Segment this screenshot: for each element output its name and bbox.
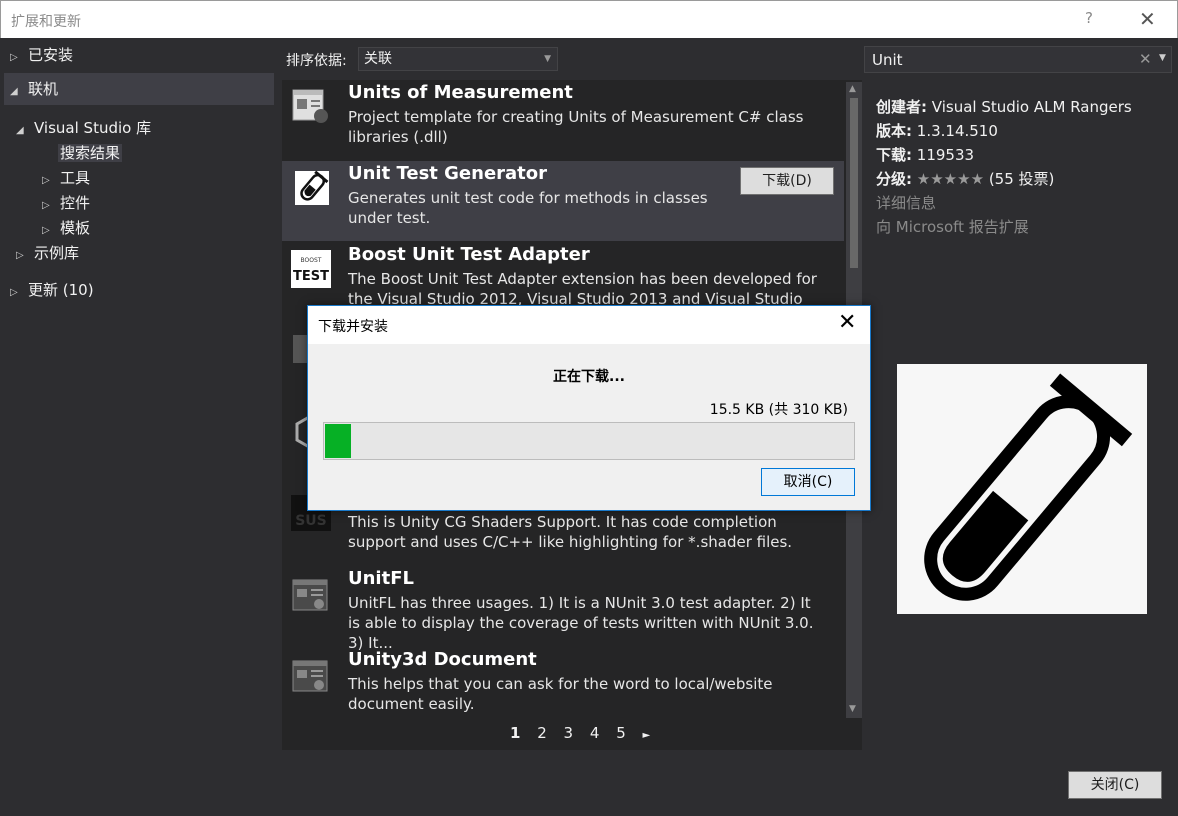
- pagination: 1 2 3 4 5 ►: [510, 724, 662, 744]
- scroll-thumb[interactable]: [850, 98, 858, 268]
- test-tube-icon: [295, 170, 329, 205]
- dialog-titlebar: 下载并安装 ✕: [308, 306, 870, 344]
- tree-item-controls[interactable]: ▷ 控件: [42, 191, 90, 215]
- collapse-arrow-icon: ◢: [16, 125, 24, 136]
- sort-dropdown[interactable]: 关联 ▼: [358, 47, 558, 71]
- extension-description: Generates unit test code for methods in …: [348, 189, 708, 227]
- expand-arrow-icon: ▷: [42, 200, 50, 211]
- window-close-button[interactable]: ✕: [1139, 7, 1156, 31]
- boost-test-logo: BOOST TEST: [291, 250, 331, 288]
- unity3d-doc-icon: [292, 660, 328, 692]
- document-template-icon: [292, 89, 328, 123]
- expand-arrow-icon: ▷: [42, 225, 50, 236]
- expand-arrow-icon: ▷: [10, 52, 18, 63]
- tree-item-tools[interactable]: ▷ 工具: [42, 166, 90, 190]
- sort-label: 排序依据:: [286, 53, 347, 69]
- page-link-5[interactable]: 5: [616, 724, 626, 742]
- chevron-down-icon[interactable]: ▼: [1159, 53, 1166, 63]
- download-button[interactable]: 下载(D): [740, 167, 834, 195]
- svg-text:SUS: SUS: [295, 513, 327, 529]
- collapse-arrow-icon: ◢: [10, 86, 18, 97]
- dialog-title: 下载并安装: [318, 319, 388, 335]
- svg-text:TEST: TEST: [293, 269, 329, 284]
- page-link-1[interactable]: 1: [510, 724, 520, 742]
- extension-description: This is Unity CG Shaders Support. It has…: [348, 513, 793, 551]
- expand-arrow-icon: ▷: [10, 287, 18, 298]
- extension-description: This helps that you can ask for the word…: [348, 675, 773, 713]
- cancel-button[interactable]: 取消(C): [761, 468, 855, 496]
- tree-item-updates[interactable]: ▷ 更新 (10): [10, 278, 94, 302]
- page-link-2[interactable]: 2: [537, 724, 547, 742]
- list-item[interactable]: Unity3d Document This helps that you can…: [282, 647, 844, 727]
- extension-name: Units of Measurement: [348, 82, 573, 103]
- extension-name: UnitFL: [348, 568, 414, 589]
- list-item[interactable]: Units of Measurement Project template fo…: [282, 80, 844, 160]
- list-item-selected[interactable]: Unit Test Generator Generates unit test …: [282, 161, 844, 241]
- downloads-row: 下载: 119533: [876, 146, 975, 164]
- extension-preview-image: [897, 364, 1147, 614]
- list-item[interactable]: UnitFL UnitFL has three usages. 1) It is…: [282, 566, 844, 652]
- page-link-3[interactable]: 3: [564, 724, 574, 742]
- extension-description: Project template for creating Units of M…: [348, 108, 804, 146]
- download-size: 15.5 KB (共 310 KB): [709, 402, 848, 418]
- unitfl-icon: [292, 579, 328, 611]
- extension-name: Boost Unit Test Adapter: [348, 244, 590, 265]
- window-titlebar: 扩展和更新 ? ✕: [0, 0, 1178, 38]
- version-row: 版本: 1.3.14.510: [876, 122, 998, 140]
- creator-row: 创建者: Visual Studio ALM Rangers: [876, 98, 1132, 116]
- download-dialog: 下载并安装 ✕ 正在下载... 15.5 KB (共 310 KB) 取消(C): [307, 305, 871, 511]
- window-title: 扩展和更新: [11, 14, 81, 30]
- page-link-4[interactable]: 4: [590, 724, 600, 742]
- search-input[interactable]: Unit ✕ ▼: [864, 46, 1172, 73]
- tree-item-vs-gallery[interactable]: ◢ Visual Studio 库: [16, 116, 151, 140]
- download-status: 正在下载...: [553, 369, 625, 385]
- download-progress-bar: [323, 422, 855, 460]
- rating-row: 分级: ★★★★★ (55 投票): [876, 170, 1055, 188]
- extension-name: Unit Test Generator: [348, 163, 548, 184]
- help-button[interactable]: ?: [1085, 9, 1093, 27]
- scroll-up-icon[interactable]: ▲: [849, 84, 856, 94]
- search-value: Unit: [872, 51, 903, 69]
- scroll-down-icon[interactable]: ▼: [849, 704, 856, 714]
- report-extension-link[interactable]: 向 Microsoft 报告扩展: [876, 216, 1029, 237]
- sort-value: 关联: [364, 51, 392, 67]
- rating-stars-icon: ★★★★★: [916, 170, 985, 188]
- clear-search-icon[interactable]: ✕: [1139, 50, 1152, 68]
- expand-arrow-icon: ▷: [42, 175, 50, 186]
- tree-item-online[interactable]: ◢ 联机: [4, 73, 274, 105]
- category-tree: ▷ 已安装 ◢ 联机 ◢ Visual Studio 库 搜索结果 ▷ 工具 ▷ 控件 ▷…: [0, 38, 280, 758]
- dialog-close-icon[interactable]: ✕: [838, 310, 856, 335]
- next-page-icon[interactable]: ►: [643, 730, 651, 741]
- tree-item-templates[interactable]: ▷ 模板: [42, 216, 90, 240]
- extension-name: Unity3d Document: [348, 649, 537, 670]
- chevron-down-icon: ▼: [544, 54, 551, 64]
- tree-item-installed[interactable]: ▷ 已安装: [10, 43, 73, 67]
- more-info-link[interactable]: 详细信息: [876, 192, 936, 213]
- tree-item-search-results[interactable]: 搜索结果: [58, 141, 123, 165]
- progress-fill: [325, 424, 351, 458]
- close-button[interactable]: 关闭(C): [1068, 771, 1162, 799]
- tree-item-samples[interactable]: ▷ 示例库: [16, 241, 79, 265]
- extension-description: UnitFL has three usages. 1) It is a NUni…: [348, 594, 814, 652]
- svg-text:BOOST: BOOST: [301, 257, 322, 264]
- expand-arrow-icon: ▷: [16, 250, 24, 261]
